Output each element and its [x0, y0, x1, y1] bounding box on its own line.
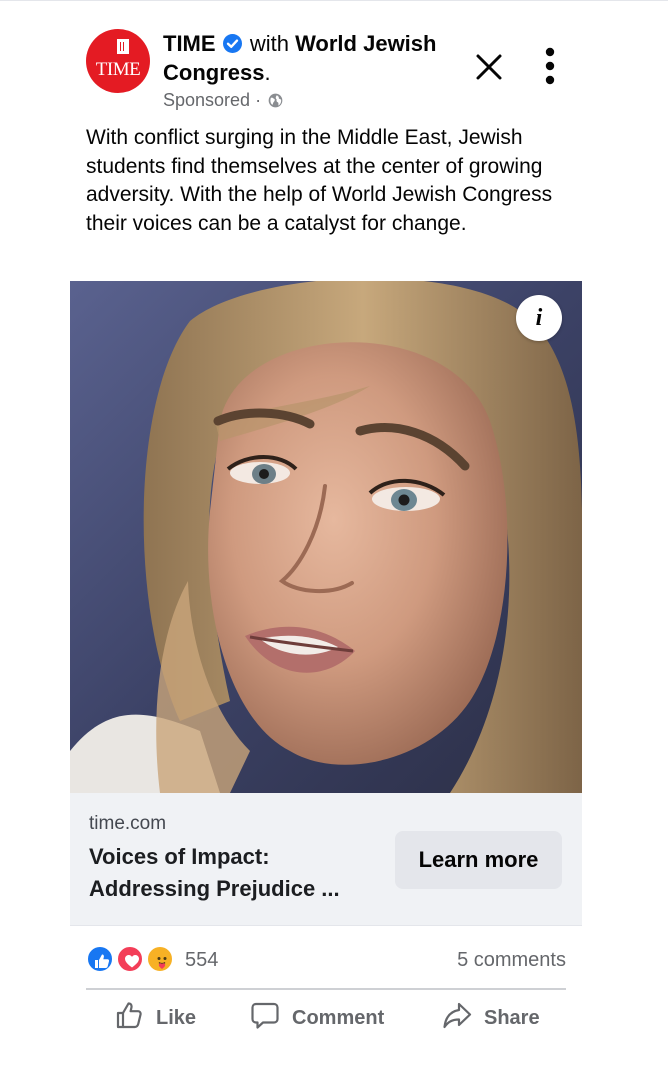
learn-more-button[interactable]: Learn more	[395, 831, 562, 889]
page-avatar[interactable]: TIME	[86, 29, 150, 93]
post-title: TIME with World Jewish Congress.	[163, 29, 473, 87]
post-message: With conflict surging in the Middle East…	[86, 126, 553, 235]
post-title-block: TIME with World Jewish Congress. Sponsor…	[163, 29, 473, 112]
meta-separator: ·	[255, 90, 262, 110]
verified-badge-icon	[222, 34, 242, 53]
globe-icon	[268, 90, 283, 108]
like-button[interactable]: Like	[113, 996, 196, 1040]
title-period: .	[264, 60, 271, 85]
share-label: Share	[484, 1006, 540, 1029]
like-label: Like	[156, 1006, 197, 1029]
info-icon[interactable]: i	[516, 295, 562, 341]
share-arrow-icon	[441, 999, 473, 1037]
time-building-logo	[117, 39, 129, 54]
link-domain: time.com	[89, 813, 167, 834]
actions-divider	[86, 988, 566, 990]
engagement-stats: 554 5 comments	[86, 944, 566, 978]
comments-count-link[interactable]: 5 comments	[457, 949, 566, 972]
post-actions-bar: Like Comment Share	[86, 996, 566, 1040]
video-frame-image	[70, 281, 582, 793]
avatar-logo-text: TIME	[95, 59, 141, 80]
reaction-count[interactable]: 554	[185, 949, 218, 972]
comment-bubble-icon	[249, 999, 281, 1037]
link-card[interactable]: time.com Voices of Impact: Addressing Pr…	[70, 793, 582, 926]
close-icon[interactable]	[474, 52, 504, 82]
like-thumb-icon	[113, 999, 145, 1037]
sponsored-label[interactable]: Sponsored	[163, 90, 250, 110]
post-header: TIME TIME with World Jewish Congress. Sp…	[86, 29, 576, 113]
with-text: with	[249, 31, 289, 56]
comment-button[interactable]: Comment	[249, 996, 384, 1040]
like-reaction-icon	[86, 945, 114, 973]
post-meta: Sponsored ·	[163, 88, 473, 112]
love-reaction-icon	[116, 945, 144, 973]
top-border	[0, 0, 668, 1]
link-headline[interactable]: Voices of Impact: Addressing Prejudice .…	[89, 841, 389, 905]
post-media[interactable]: i	[70, 281, 582, 793]
care-reaction-icon	[146, 945, 174, 973]
page-name-link[interactable]: TIME	[163, 31, 216, 56]
more-options-icon[interactable]	[540, 47, 560, 87]
share-button[interactable]: Share	[441, 996, 540, 1040]
comment-label: Comment	[292, 1006, 385, 1029]
